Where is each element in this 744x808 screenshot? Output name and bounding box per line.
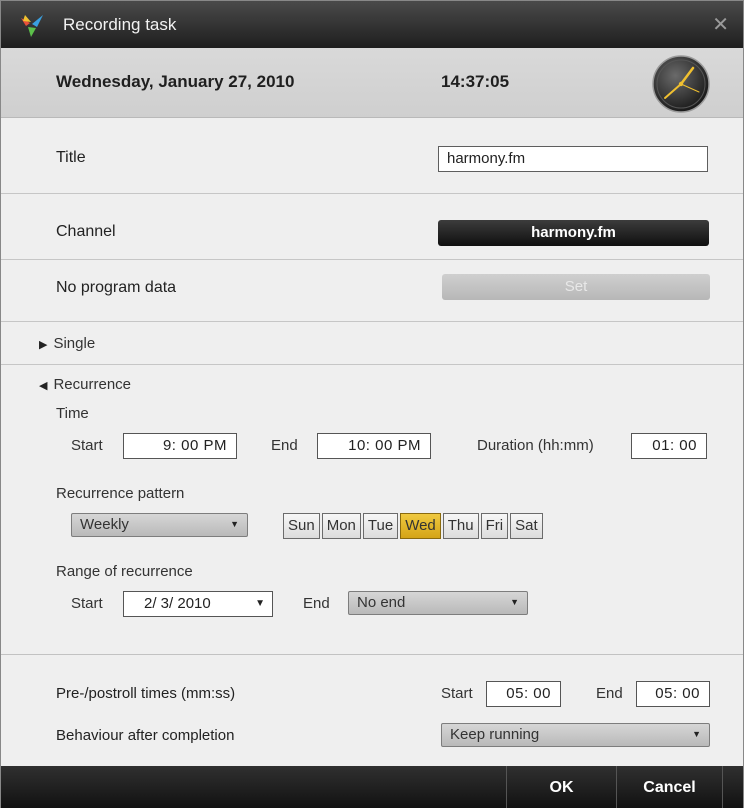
program-data-label: No program data bbox=[56, 279, 177, 296]
time-group-label: Time bbox=[56, 405, 89, 422]
behaviour-value: Keep running bbox=[450, 726, 540, 743]
range-end-select[interactable]: No end ▼ bbox=[348, 591, 528, 615]
range-end-value: No end bbox=[357, 594, 406, 611]
day-toggle-mon[interactable]: Mon bbox=[321, 513, 361, 539]
divider bbox=[1, 364, 743, 365]
postroll-end-label: End bbox=[596, 685, 623, 702]
title-bar: Recording task ✕ bbox=[1, 1, 743, 48]
expand-arrow-icon: ▶ bbox=[39, 339, 48, 351]
day-toggle-sat[interactable]: Sat bbox=[510, 513, 543, 539]
single-section-toggle[interactable]: ▶ Single bbox=[39, 335, 95, 352]
day-toggle-thu[interactable]: Thu bbox=[442, 513, 479, 539]
window-title: Recording task bbox=[63, 15, 177, 34]
recurrence-pattern-value: Weekly bbox=[80, 516, 129, 533]
recurrence-pattern-select[interactable]: Weekly ▼ bbox=[71, 513, 248, 537]
postroll-end-field[interactable]: 05: 00 bbox=[636, 681, 710, 707]
divider bbox=[1, 259, 743, 260]
duration-field[interactable]: 01: 00 bbox=[631, 433, 707, 459]
behaviour-select[interactable]: Keep running ▼ bbox=[441, 723, 710, 747]
duration-label: Duration (hh:mm) bbox=[477, 437, 594, 454]
range-of-recurrence-label: Range of recurrence bbox=[56, 563, 193, 580]
dropdown-arrow-icon: ▼ bbox=[692, 729, 701, 739]
end-time-field[interactable]: 10: 00 PM bbox=[317, 433, 431, 459]
set-program-button[interactable]: Set bbox=[442, 274, 710, 300]
bar-edge bbox=[722, 766, 743, 808]
title-input[interactable]: harmony.fm bbox=[438, 146, 708, 172]
dropdown-arrow-icon: ▼ bbox=[510, 597, 519, 607]
start-time-field[interactable]: 9: 00 PM bbox=[123, 433, 237, 459]
current-date: Wednesday, January 27, 2010 bbox=[56, 72, 295, 91]
recurrence-pattern-label: Recurrence pattern bbox=[56, 485, 185, 502]
range-end-label: End bbox=[303, 595, 330, 612]
range-start-label: Start bbox=[71, 595, 103, 612]
channel-button[interactable]: harmony.fm bbox=[438, 220, 709, 246]
day-toggle-tue[interactable]: Tue bbox=[362, 513, 399, 539]
clock-icon bbox=[652, 55, 710, 113]
app-logo-icon bbox=[21, 15, 43, 37]
dialog-button-bar: OK Cancel bbox=[1, 766, 743, 808]
range-start-date-picker[interactable]: 2/ 3/ 2010 ▼ bbox=[123, 591, 273, 617]
day-toggle-wed[interactable]: Wed bbox=[400, 513, 441, 539]
range-start-date-value: 2/ 3/ 2010 bbox=[144, 595, 211, 612]
divider bbox=[1, 193, 743, 194]
preroll-start-field[interactable]: 05: 00 bbox=[486, 681, 561, 707]
behaviour-label: Behaviour after completion bbox=[56, 727, 235, 744]
channel-label: Channel bbox=[56, 223, 116, 240]
recording-task-dialog: Recording task ✕ Wednesday, January 27, … bbox=[0, 0, 744, 808]
recurrence-label: Recurrence bbox=[53, 376, 132, 393]
end-time-label: End bbox=[271, 437, 298, 454]
preroll-label: Pre-/postroll times (mm:ss) bbox=[56, 685, 236, 702]
recurrence-section-toggle[interactable]: ◀ Recurrence bbox=[39, 376, 131, 393]
divider bbox=[1, 321, 743, 322]
ok-button[interactable]: OK bbox=[506, 766, 616, 808]
day-toggle-fri[interactable]: Fri bbox=[480, 513, 509, 539]
weekday-toggle-group: Sun Mon Tue Wed Thu Fri Sat bbox=[283, 513, 545, 539]
close-icon[interactable]: ✕ bbox=[712, 12, 729, 37]
dropdown-arrow-icon: ▼ bbox=[255, 598, 265, 609]
start-time-label: Start bbox=[71, 437, 103, 454]
collapse-arrow-icon: ◀ bbox=[39, 380, 48, 392]
single-label: Single bbox=[53, 335, 96, 352]
cancel-button[interactable]: Cancel bbox=[616, 766, 722, 808]
preroll-start-label: Start bbox=[441, 685, 473, 702]
date-time-header: Wednesday, January 27, 2010 14:37:05 bbox=[1, 48, 743, 118]
day-toggle-sun[interactable]: Sun bbox=[283, 513, 320, 539]
dropdown-arrow-icon: ▼ bbox=[230, 519, 239, 529]
title-label: Title bbox=[56, 149, 86, 166]
options-area bbox=[1, 654, 743, 766]
current-time: 14:37:05 bbox=[441, 72, 510, 91]
